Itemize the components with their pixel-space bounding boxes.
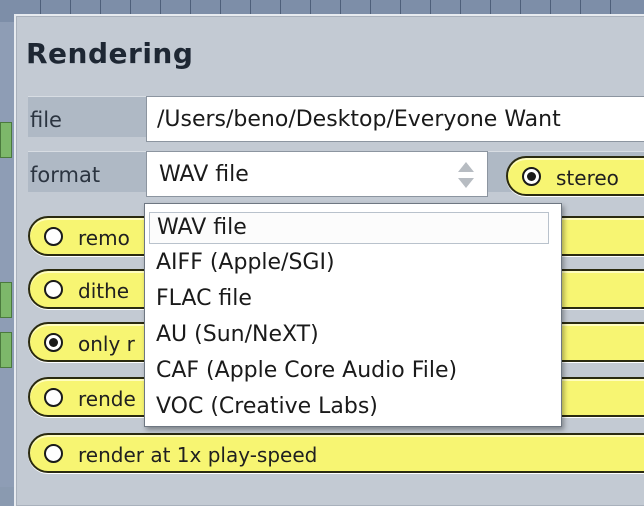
file-path-input[interactable]: /Users/beno/Desktop/Everyone Want [146, 96, 644, 142]
option-render-at-1x-play-speed[interactable]: render at 1x play-speed [28, 433, 644, 473]
ruler-tick [550, 0, 551, 14]
format-option-wav[interactable]: WAV file [149, 212, 549, 244]
stereo-label: stereo [556, 166, 619, 190]
option-label: remo [78, 226, 130, 250]
ruler-tick [190, 0, 191, 14]
ruler-tick [520, 0, 521, 14]
ruler-tick [220, 0, 221, 14]
format-option-flac[interactable]: FLAC file [156, 286, 252, 311]
panel-title: Rendering [26, 37, 194, 70]
stereo-toggle[interactable]: stereo [506, 156, 644, 196]
format-label: format [30, 163, 101, 187]
option-radio[interactable] [44, 333, 63, 352]
format-option-au[interactable]: AU (Sun/NeXT) [156, 322, 319, 347]
ruler-tick [70, 0, 71, 14]
ruler-tick [490, 0, 491, 14]
ruler-tick [100, 0, 101, 14]
background-track-region [0, 122, 12, 158]
background-track-area [0, 22, 14, 487]
option-radio[interactable] [44, 444, 63, 463]
format-select[interactable]: WAV file [146, 151, 488, 197]
ruler-tick [130, 0, 131, 14]
file-label: file [30, 108, 62, 132]
format-option-caf[interactable]: CAF (Apple Core Audio File) [156, 358, 457, 383]
ruler-tick [280, 0, 281, 14]
background-track-region [0, 332, 12, 368]
ruler-tick [310, 0, 311, 14]
option-label: dithe [78, 279, 130, 303]
format-dropdown-menu: WAV file AIFF (Apple/SGI) FLAC file AU (… [144, 203, 562, 427]
option-radio[interactable] [44, 388, 63, 407]
option-label: render at 1x play-speed [78, 443, 318, 467]
up-down-arrows-icon [458, 162, 474, 188]
ruler-tick [580, 0, 581, 14]
ruler-tick [460, 0, 461, 14]
ruler-tick [160, 0, 161, 14]
option-label: rende [78, 387, 136, 411]
option-radio[interactable] [44, 227, 63, 246]
option-label: only r [78, 332, 135, 356]
format-option-voc[interactable]: VOC (Creative Labs) [156, 394, 378, 419]
ruler-tick [370, 0, 371, 14]
ruler-tick [340, 0, 341, 14]
ruler-tick [610, 0, 611, 14]
ruler-tick [40, 0, 41, 14]
background-track-region [0, 282, 12, 318]
ruler-tick [400, 0, 401, 14]
format-option-aiff[interactable]: AIFF (Apple/SGI) [156, 250, 335, 275]
format-select-value: WAV file [159, 162, 249, 187]
ruler-tick [430, 0, 431, 14]
option-radio[interactable] [44, 280, 63, 299]
stereo-radio[interactable] [522, 167, 541, 186]
ruler-tick [250, 0, 251, 14]
